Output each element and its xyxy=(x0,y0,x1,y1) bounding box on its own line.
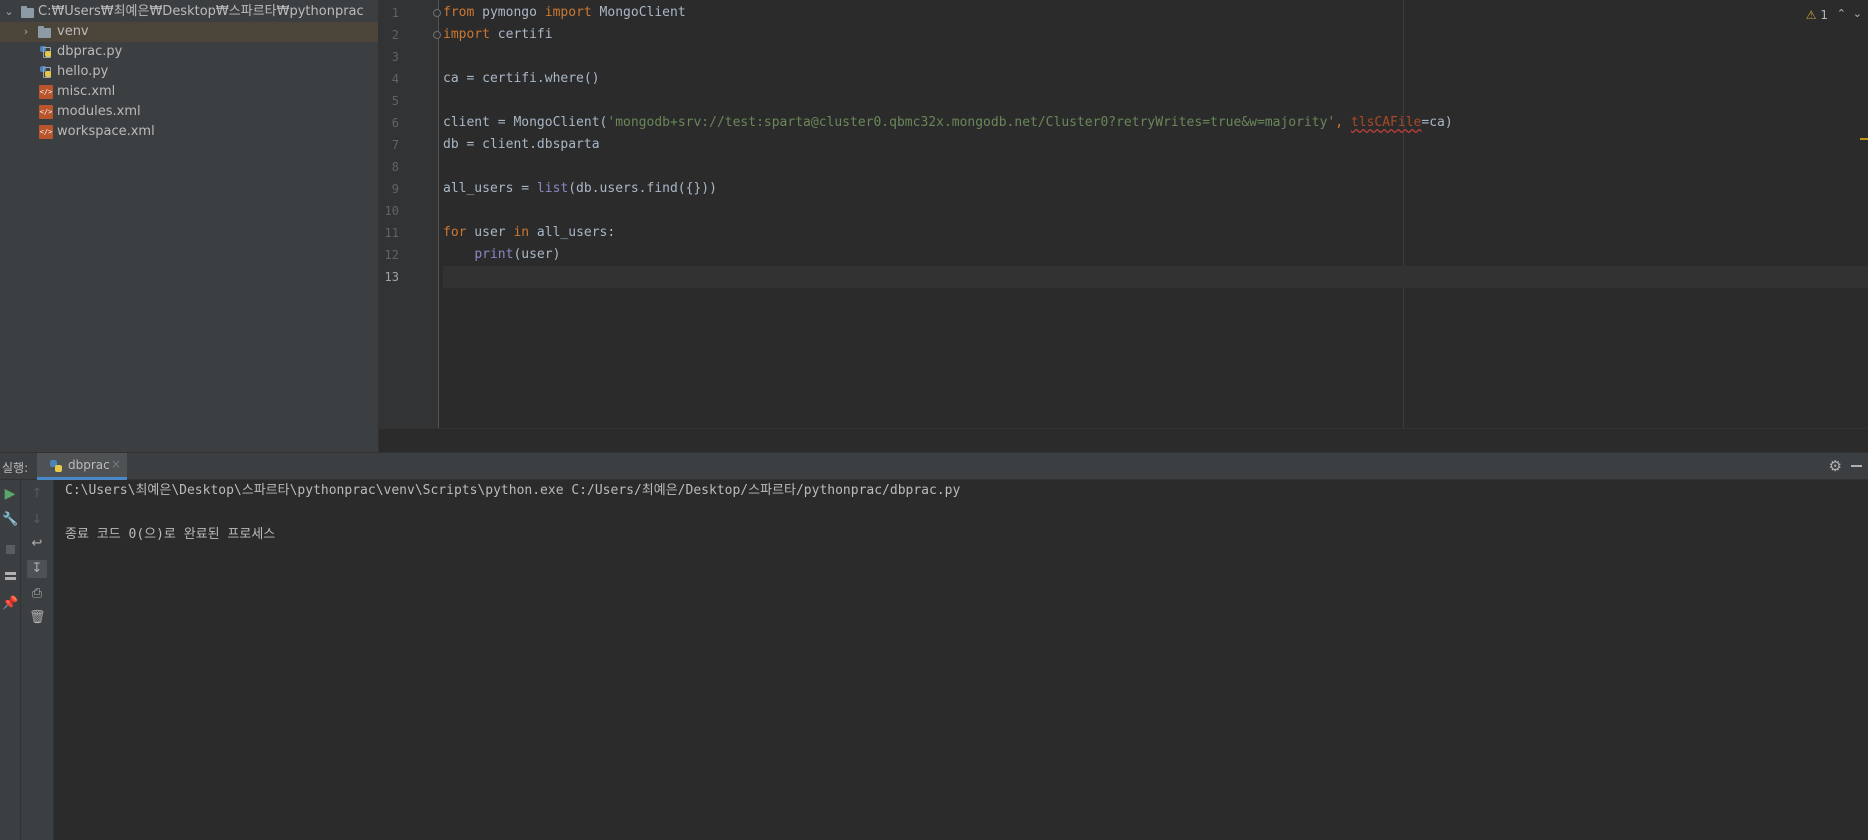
code-line-9: all_users = list(db.users.find({})) xyxy=(443,181,717,196)
run-tool-window-header: 실행: dbprac × ⚙ xyxy=(0,452,1868,480)
line-number: 5 xyxy=(391,94,399,108)
run-toolbar-secondary: ↑ ↓ ↩ ↧ ⎙ 🗑 xyxy=(21,480,54,840)
tree-item-dbprac[interactable]: dbprac.py xyxy=(0,42,378,62)
tree-item-label: workspace.xml xyxy=(57,124,155,139)
code-line-4: ca = certifi.where() xyxy=(443,71,600,86)
run-label: 실행: xyxy=(2,461,29,475)
line-number: 4 xyxy=(391,72,399,86)
line-number: 3 xyxy=(391,50,399,64)
warning-triangle-icon: ⚠ xyxy=(1805,8,1817,22)
chevron-up-icon[interactable]: ⌃ xyxy=(1837,7,1846,20)
layout-icon[interactable] xyxy=(2,568,18,584)
tree-item-label: dbprac.py xyxy=(57,44,123,59)
stop-icon[interactable] xyxy=(2,542,18,558)
tree-root[interactable]: ⌄ C:₩Users₩최예은₩Desktop₩스파르타₩pythonprac xyxy=(0,2,378,22)
python-icon xyxy=(49,459,63,473)
soft-wrap-icon[interactable]: ↩ xyxy=(29,536,45,552)
run-console[interactable]: C:\Users\최예은\Desktop\스파르타\pythonprac\ven… xyxy=(54,480,1868,840)
warning-count: 1 xyxy=(1820,8,1828,22)
code-line-2: import certifi xyxy=(443,27,553,42)
code-editor[interactable]: 1 2 3 4 5 6 7 8 9 10 11 12 13 from pymon… xyxy=(379,0,1868,452)
tree-item-workspace[interactable]: workspace.xml xyxy=(0,122,378,142)
line-number: 7 xyxy=(391,138,399,152)
chevron-down-icon[interactable]: ⌄ xyxy=(2,2,16,22)
line-number: 11 xyxy=(384,226,399,240)
tree-item-label: hello.py xyxy=(57,64,109,79)
project-tree: ⌄ C:₩Users₩최예은₩Desktop₩스파르타₩pythonprac ›… xyxy=(0,0,379,452)
console-exit-message: 종료 코드 0(으)로 완료된 프로세스 xyxy=(65,527,276,542)
tree-item-label: misc.xml xyxy=(57,84,116,99)
fold-marker-icon[interactable] xyxy=(433,9,441,17)
rerun-icon[interactable]: ▶ xyxy=(2,486,18,502)
xml-file-icon xyxy=(39,125,53,139)
close-icon[interactable]: × xyxy=(111,457,121,471)
trash-icon[interactable]: 🗑 xyxy=(29,610,46,626)
chevron-down-icon[interactable]: ⌄ xyxy=(1853,7,1862,20)
tree-item-modules[interactable]: modules.xml xyxy=(0,102,378,122)
inspection-widget[interactable]: ⚠ 1 xyxy=(1806,8,1828,22)
tree-item-misc[interactable]: misc.xml xyxy=(0,82,378,102)
line-number: 9 xyxy=(391,182,399,196)
line-number: 8 xyxy=(391,160,399,174)
editor-bottom-area xyxy=(379,428,1868,452)
line-number: 1 xyxy=(391,6,399,20)
tree-root-label: C:₩Users₩최예은₩Desktop₩스파르타₩pythonprac xyxy=(38,4,364,19)
wrench-icon[interactable]: 🔧 xyxy=(2,512,18,528)
code-line-11: for user in all_users: xyxy=(443,225,616,240)
line-number-current: 13 xyxy=(384,270,399,284)
tree-item-venv[interactable]: › venv xyxy=(0,22,378,42)
code-line-7: db = client.dbsparta xyxy=(443,137,600,152)
error-stripe-mark[interactable] xyxy=(1860,138,1868,140)
xml-file-icon xyxy=(39,105,53,119)
code-line-6: client = MongoClient('mongodb+srv://test… xyxy=(443,115,1453,130)
arrow-down-icon[interactable]: ↓ xyxy=(29,512,45,528)
code-line-13-current xyxy=(443,266,1868,288)
folder-icon xyxy=(20,5,34,19)
minimize-icon[interactable] xyxy=(1851,465,1862,467)
tree-item-label: venv xyxy=(57,24,89,39)
xml-file-icon xyxy=(39,85,53,99)
code-line-1: from pymongo import MongoClient xyxy=(443,5,686,20)
fold-marker-icon[interactable] xyxy=(433,31,441,39)
run-toolbar-primary: ▶ 🔧 📌 xyxy=(0,480,21,840)
line-number: 10 xyxy=(384,204,399,218)
line-number: 6 xyxy=(391,116,399,130)
code-line-12: print(user) xyxy=(474,247,561,262)
arrow-up-icon[interactable]: ↑ xyxy=(29,486,45,502)
print-icon[interactable]: ⎙ xyxy=(29,586,45,602)
warning-parameter: tlsCAFile xyxy=(1350,115,1422,130)
scroll-to-end-icon[interactable]: ↧ xyxy=(27,560,47,578)
line-number: 12 xyxy=(384,248,399,262)
line-number: 2 xyxy=(391,28,399,42)
chevron-right-icon[interactable]: › xyxy=(19,22,33,42)
gear-icon[interactable]: ⚙ xyxy=(1829,457,1842,475)
tab-label: dbprac xyxy=(68,458,110,472)
code-area[interactable]: from pymongo import MongoClient import c… xyxy=(443,0,1868,428)
console-command-line: C:\Users\최예은\Desktop\스파르타\pythonprac\ven… xyxy=(65,483,961,498)
python-file-icon xyxy=(39,65,53,79)
python-file-icon xyxy=(39,45,53,59)
folder-icon xyxy=(37,25,51,39)
pin-icon[interactable]: 📌 xyxy=(2,596,18,612)
tab-dbprac[interactable]: dbprac × xyxy=(37,453,127,480)
line-number-gutter: 1 2 3 4 5 6 7 8 9 10 11 12 13 xyxy=(379,0,441,428)
tree-item-hello[interactable]: hello.py xyxy=(0,62,378,82)
tree-item-label: modules.xml xyxy=(57,104,141,119)
